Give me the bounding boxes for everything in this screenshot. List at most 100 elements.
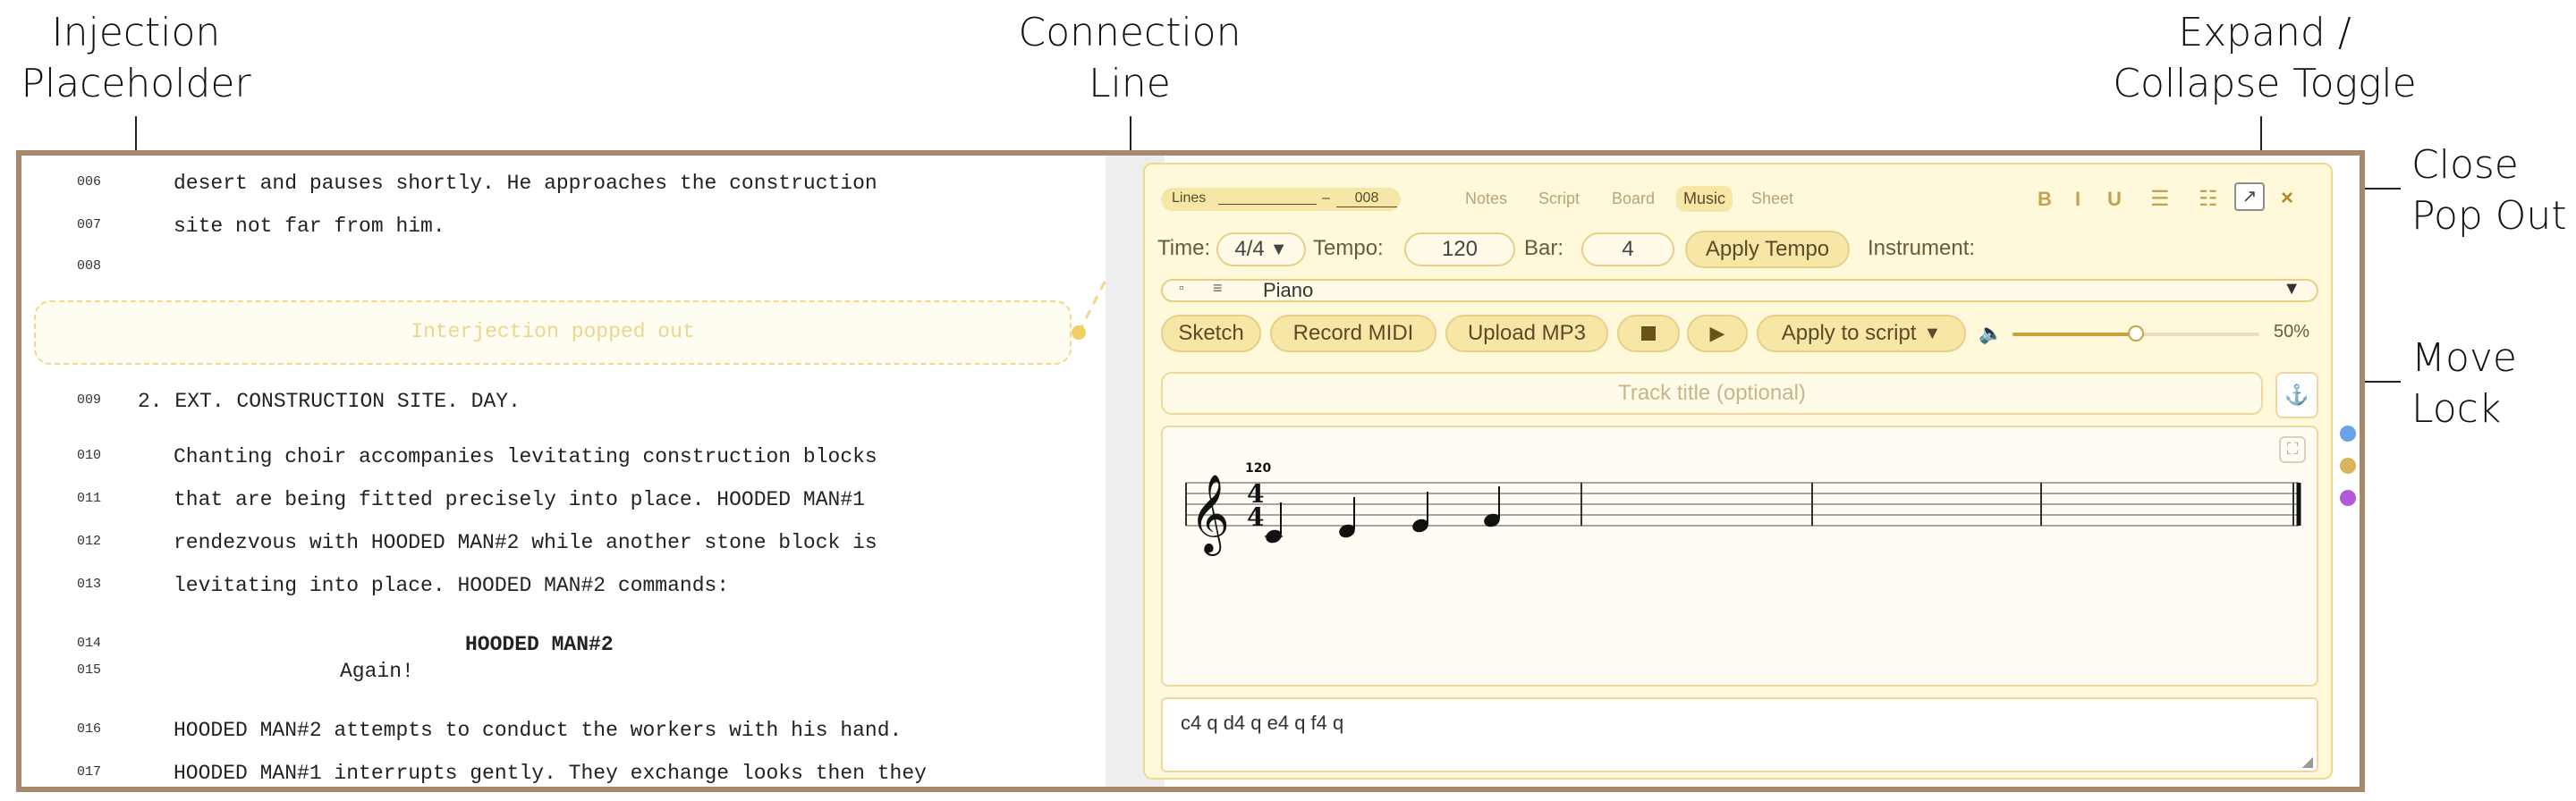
callout-close-popout: Close Pop Out	[2411, 139, 2567, 241]
script-line[interactable]: 015 Again!	[21, 660, 1095, 696]
script-line[interactable]: 011 that are being fitted precisely into …	[21, 488, 1095, 524]
callout-move-lock: Move Lock	[2411, 333, 2517, 434]
callout-injection-placeholder: Injection Placeholder	[20, 7, 252, 109]
script-line[interactable]: 006 desert and pauses shortly. He approac…	[21, 172, 1095, 207]
italic-button[interactable]: I	[2075, 188, 2080, 211]
apply-to-script-label: Apply to script	[1781, 321, 1917, 345]
line-text: site not far from him.	[174, 215, 445, 238]
script-line[interactable]: 010 Chanting choir accompanies levitating…	[21, 445, 1095, 481]
scene-heading: 2. EXT. CONSTRUCTION SITE. DAY.	[138, 390, 521, 413]
volume-thumb[interactable]	[2128, 325, 2144, 341]
play-button[interactable]: ▶	[1687, 315, 1748, 352]
bullet-list-icon[interactable]: ☰	[2150, 186, 2170, 212]
tab-notes[interactable]: Notes	[1465, 190, 1507, 208]
bar-label: Bar:	[1524, 236, 1564, 260]
line-text: HOODED MAN#2 attempts to conduct the wor…	[174, 719, 902, 742]
volume-readout: 50%	[2274, 322, 2310, 341]
script-line[interactable]: 012 rendezvous with HOODED MAN#2 while an…	[21, 531, 1095, 567]
line-number: 007	[77, 217, 102, 232]
music-staff-area[interactable]: ⛶ 𝄞 4 4 120	[1161, 426, 2318, 687]
lines-label: Lines	[1172, 190, 1207, 206]
script-line[interactable]: 017 HOODED MAN#1 interrupts gently. They …	[21, 762, 1095, 787]
resize-handle-icon[interactable]: ◢	[2302, 753, 2313, 771]
tab-board[interactable]: Board	[1612, 190, 1655, 208]
script-line[interactable]: 007 site not far from him.	[21, 215, 1095, 250]
line-text: desert and pauses shortly. He approaches…	[174, 172, 877, 195]
lines-range[interactable]: Lines – 008	[1161, 188, 1401, 211]
lines-to-field[interactable]: 008	[1336, 190, 1397, 207]
instrument-select[interactable]: ▫ ≡ Piano ▼	[1161, 279, 2318, 302]
blue-dot[interactable]	[2340, 426, 2356, 442]
dialogue-text: Again!	[340, 660, 414, 683]
chevron-down-icon: ▼	[1923, 323, 1942, 343]
tempo-input[interactable]: 120	[1404, 232, 1515, 266]
instrument-value: Piano	[1263, 279, 1314, 301]
time-value: 4/4	[1234, 237, 1265, 261]
script-pane: 006 desert and pauses shortly. He approac…	[21, 156, 1156, 787]
tempo-marking: 120	[1245, 461, 1271, 476]
callout-text: Close	[2411, 142, 2519, 188]
callout-expand-toggle: Expand / Collapse Toggle	[2095, 7, 2435, 109]
upload-mp3-button[interactable]: Upload MP3	[1445, 315, 1608, 352]
bold-button[interactable]: B	[2038, 188, 2052, 211]
volume-fill	[2012, 333, 2136, 336]
line-text: Chanting choir accompanies levitating co…	[174, 445, 877, 468]
line-text: rendezvous with HOODED MAN#2 while anoth…	[174, 531, 877, 554]
line-text: levitating into place. HOODED MAN#2 comm…	[174, 574, 730, 597]
music-popout-panel: Lines – 008 Notes Script Board Music She…	[1143, 163, 2333, 780]
gold-dot[interactable]	[2340, 458, 2356, 474]
underline-button[interactable]: U	[2107, 188, 2122, 211]
script-line[interactable]: 008	[21, 256, 1095, 291]
bar-input[interactable]: 4	[1581, 232, 1674, 266]
line-number: 017	[77, 764, 102, 780]
line-number: 014	[77, 636, 102, 651]
tab-script[interactable]: Script	[1538, 190, 1580, 208]
tempo-label: Tempo:	[1313, 236, 1384, 260]
time-label: Time:	[1157, 236, 1211, 260]
volume-slider[interactable]	[2012, 325, 2259, 341]
expand-collapse-toggle[interactable]: ↗	[2234, 182, 2265, 211]
treble-clef-icon: 𝄞	[1190, 473, 1230, 556]
chevron-down-icon: ▼	[2283, 279, 2301, 299]
stop-icon	[1641, 326, 1656, 341]
anchor-icon: ⚓	[2284, 384, 2309, 406]
record-midi-button[interactable]: Record MIDI	[1270, 315, 1436, 352]
injection-placeholder[interactable]: Interjection popped out	[34, 300, 1072, 365]
script-line[interactable]: 016 HOODED MAN#2 attempts to conduct the …	[21, 719, 1095, 755]
script-line[interactable]: 013 levitating into place. HOODED MAN#2 c…	[21, 574, 1095, 610]
track-title-placeholder: Track title (optional)	[1618, 381, 1806, 405]
callout-text: Placeholder	[21, 61, 251, 106]
line-number: 008	[77, 258, 102, 274]
music-staff: 𝄞 4 4 120	[1185, 461, 2301, 556]
line-number: 011	[77, 491, 102, 506]
chevron-down-icon: ▼	[1269, 239, 1288, 259]
square-icon[interactable]: ▫	[1179, 281, 1184, 297]
line-text: HOODED MAN#1 interrupts gently. They exc…	[174, 762, 927, 785]
instrument-label: Instrument:	[1868, 236, 1976, 260]
lines-dash: –	[1322, 190, 1330, 206]
sketch-button[interactable]: Sketch	[1161, 315, 1261, 352]
numbered-list-icon[interactable]: ☷	[2199, 186, 2218, 212]
tab-music[interactable]: Music	[1676, 186, 1733, 212]
speaker-icon[interactable]: 🔈	[1979, 322, 2003, 345]
callout-text: Connection	[1018, 10, 1241, 55]
notes-input[interactable]: c4 q d4 q e4 q f4 q ◢	[1161, 697, 2318, 772]
time-signature-select[interactable]: 4/4 ▼	[1216, 232, 1306, 266]
close-icon[interactable]: ×	[2281, 186, 2293, 211]
placeholder-text: Interjection popped out	[411, 320, 695, 343]
move-lock-button[interactable]: ⚓	[2275, 372, 2318, 418]
purple-dot[interactable]	[2340, 490, 2356, 506]
notes-text: c4 q d4 q e4 q f4 q	[1181, 712, 1344, 734]
stop-button[interactable]	[1617, 315, 1680, 352]
track-title-input[interactable]: Track title (optional)	[1161, 372, 2263, 415]
menu-icon[interactable]: ≡	[1213, 279, 1223, 298]
line-number: 012	[77, 534, 102, 549]
line-number: 015	[77, 662, 102, 678]
lines-from-field[interactable]	[1218, 204, 1317, 205]
script-line[interactable]: 009 2. EXT. CONSTRUCTION SITE. DAY.	[21, 390, 1095, 426]
apply-to-script-button[interactable]: Apply to script ▼	[1757, 315, 1966, 352]
line-number: 016	[77, 721, 102, 737]
apply-tempo-button[interactable]: Apply Tempo	[1685, 231, 1850, 268]
expand-icon: ↗	[2241, 187, 2258, 207]
tab-sheet[interactable]: Sheet	[1751, 190, 1793, 208]
